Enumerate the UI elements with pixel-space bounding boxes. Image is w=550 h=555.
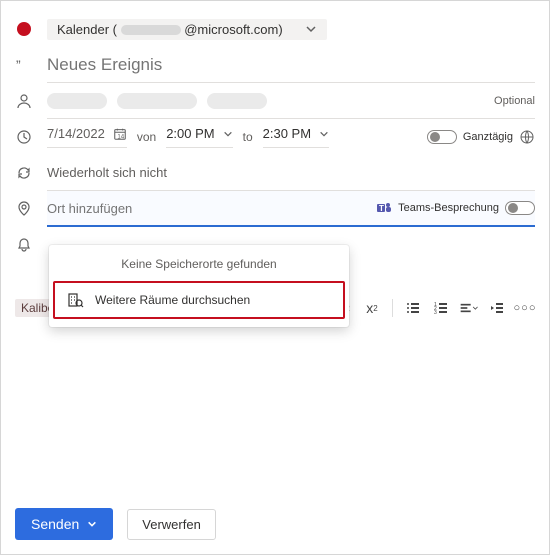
to-label: to	[243, 130, 253, 144]
attendee-chip	[47, 93, 107, 109]
start-time-text: 2:00 PM	[166, 126, 214, 141]
calendar-icon: 14	[113, 127, 127, 141]
teams-icon: T	[376, 200, 392, 216]
send-button[interactable]: Senden	[15, 508, 113, 540]
calendar-color-dot	[17, 22, 31, 36]
attendee-chip	[207, 93, 267, 109]
chevron-down-icon	[319, 129, 329, 139]
teams-meeting-label: Teams-Besprechung	[398, 202, 499, 214]
svg-text:T: T	[379, 204, 384, 213]
calendar-row: Kalender ( @microsoft.com)	[15, 11, 535, 47]
calendar-name-redacted	[121, 25, 181, 35]
svg-text:14: 14	[117, 133, 124, 140]
globe-icon[interactable]	[519, 129, 535, 145]
teams-meeting-toggle[interactable]	[505, 201, 535, 215]
event-title-input[interactable]	[47, 55, 535, 75]
discard-button[interactable]: Verwerfen	[127, 509, 216, 540]
repeat-icon	[15, 165, 33, 181]
recurrence-selector[interactable]: Wiederholt sich nicht	[47, 165, 167, 180]
attendees-row: Optional	[15, 83, 535, 119]
no-locations-message: Keine Speicherorte gefunden	[49, 253, 349, 281]
location-suggestions-popup: Keine Speicherorte gefunden Weitere Räum…	[49, 245, 349, 327]
browse-more-rooms-item[interactable]: Weitere Räume durchsuchen	[53, 281, 345, 319]
date-picker[interactable]: 7/14/2022 14	[47, 126, 127, 148]
start-time-picker[interactable]: 2:00 PM	[166, 126, 232, 148]
from-label: von	[137, 130, 156, 144]
bell-icon	[15, 237, 33, 253]
send-button-label: Senden	[31, 516, 79, 532]
more-formatting-button[interactable]: ○○○	[515, 298, 535, 318]
attendee-chip	[117, 93, 197, 109]
quote-icon: ”	[15, 57, 33, 73]
calendar-name-suffix: @microsoft.com)	[184, 22, 282, 37]
date-text: 7/14/2022	[47, 126, 105, 141]
svg-text:3: 3	[434, 310, 437, 316]
attendees-input[interactable]	[47, 93, 486, 109]
datetime-row: 7/14/2022 14 von 2:00 PM to 2:30 PM Ganz…	[15, 119, 535, 155]
end-time-text: 2:30 PM	[263, 126, 311, 141]
end-time-picker[interactable]: 2:30 PM	[263, 126, 329, 148]
bulleted-list-button[interactable]	[403, 298, 423, 318]
chevron-down-icon	[223, 129, 233, 139]
svg-text:”: ”	[16, 57, 21, 73]
subscript-button[interactable]: x2	[362, 298, 382, 318]
person-icon	[15, 93, 33, 109]
allday-toggle[interactable]	[427, 130, 457, 144]
location-icon	[15, 201, 33, 217]
optional-attendees-button[interactable]: Optional	[494, 95, 535, 107]
clock-icon	[15, 129, 33, 145]
chevron-down-icon	[305, 23, 317, 35]
align-button[interactable]	[459, 298, 479, 318]
allday-label: Ganztägig	[463, 131, 513, 143]
location-row: T Teams-Besprechung	[15, 191, 535, 227]
chevron-down-icon	[472, 304, 479, 312]
outdent-button[interactable]	[487, 298, 507, 318]
dialog-footer: Senden Verwerfen	[1, 494, 549, 554]
location-input[interactable]	[47, 201, 368, 216]
numbered-list-button[interactable]: 123	[431, 298, 451, 318]
title-row: ”	[15, 47, 535, 83]
calendar-name-prefix: Kalender (	[57, 22, 117, 37]
toolbar-divider	[392, 299, 393, 317]
chevron-down-icon	[87, 519, 97, 529]
building-search-icon	[67, 291, 85, 309]
recurrence-row: Wiederholt sich nicht	[15, 155, 535, 191]
browse-more-rooms-label: Weitere Räume durchsuchen	[95, 293, 250, 307]
calendar-selector[interactable]: Kalender ( @microsoft.com)	[47, 19, 327, 40]
